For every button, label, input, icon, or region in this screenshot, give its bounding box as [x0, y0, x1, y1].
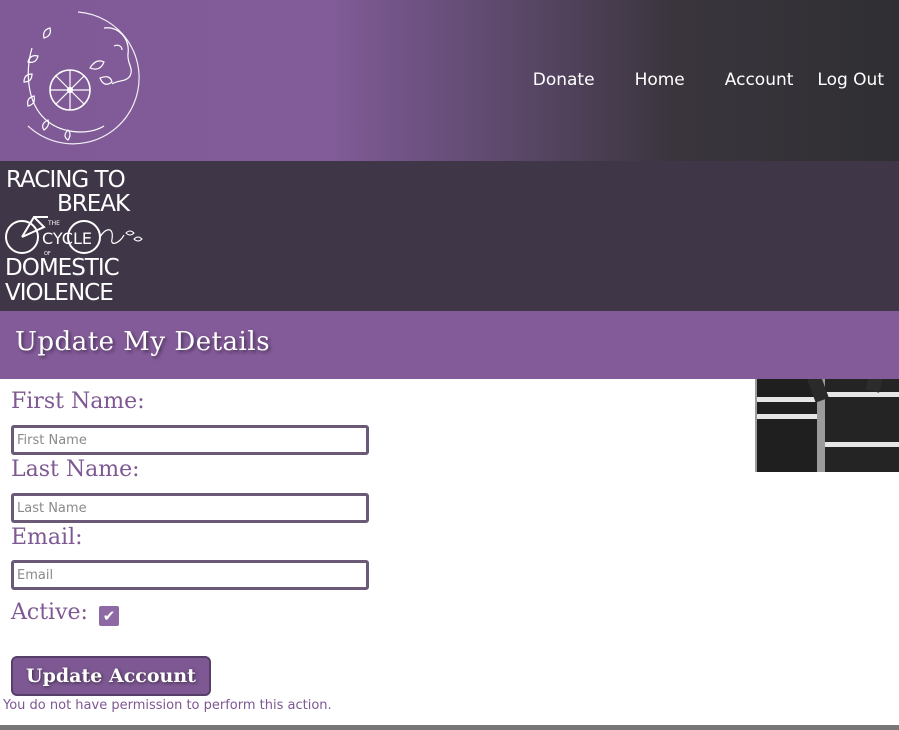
checkmark-icon: ✔: [102, 607, 116, 625]
update-account-button[interactable]: Update Account: [11, 656, 211, 696]
site-header: Donate Home Account Log Out: [0, 0, 899, 161]
active-checkbox[interactable]: ✔: [99, 606, 119, 626]
last-name-field[interactable]: [11, 493, 369, 523]
brand-wordmark: RACING TO BREAK THE CYCLE OF DOMESTIC VI…: [4, 167, 146, 307]
email-label: Email:: [11, 525, 83, 550]
brand-line-the: THE: [47, 220, 60, 227]
last-name-label: Last Name:: [11, 457, 140, 482]
update-details-form: First Name: Last Name: Email: Active: ✔ …: [0, 379, 899, 725]
main-nav: Donate Home Account Log Out: [533, 70, 884, 90]
bicycle-cycle-icon: THE CYCLE OF: [5, 216, 143, 257]
email-field[interactable]: [11, 560, 369, 590]
nav-donate-link[interactable]: Donate: [533, 70, 595, 90]
logo-icon[interactable]: [8, 8, 150, 150]
nav-home-link[interactable]: Home: [635, 70, 685, 90]
permission-error-message: You do not have permission to perform th…: [3, 698, 332, 713]
brand-line-cycle: CYCLE: [42, 229, 92, 248]
page-title-bar: Update My Details: [0, 311, 899, 379]
brand-banner: RACING TO BREAK THE CYCLE OF DOMESTIC VI…: [0, 161, 899, 472]
nav-logout-link[interactable]: Log Out: [817, 70, 884, 90]
footer-divider: [0, 725, 899, 730]
first-name-label: First Name:: [11, 389, 145, 414]
first-name-field[interactable]: [11, 425, 369, 455]
brand-line-domestic: DOMESTIC: [5, 255, 120, 281]
brand-line-violence: VIOLENCE: [5, 280, 114, 306]
page-title: Update My Details: [15, 327, 271, 357]
brand-line-racing-to: RACING TO: [6, 167, 126, 193]
nav-account-link[interactable]: Account: [725, 70, 794, 90]
active-label: Active:: [11, 600, 88, 625]
